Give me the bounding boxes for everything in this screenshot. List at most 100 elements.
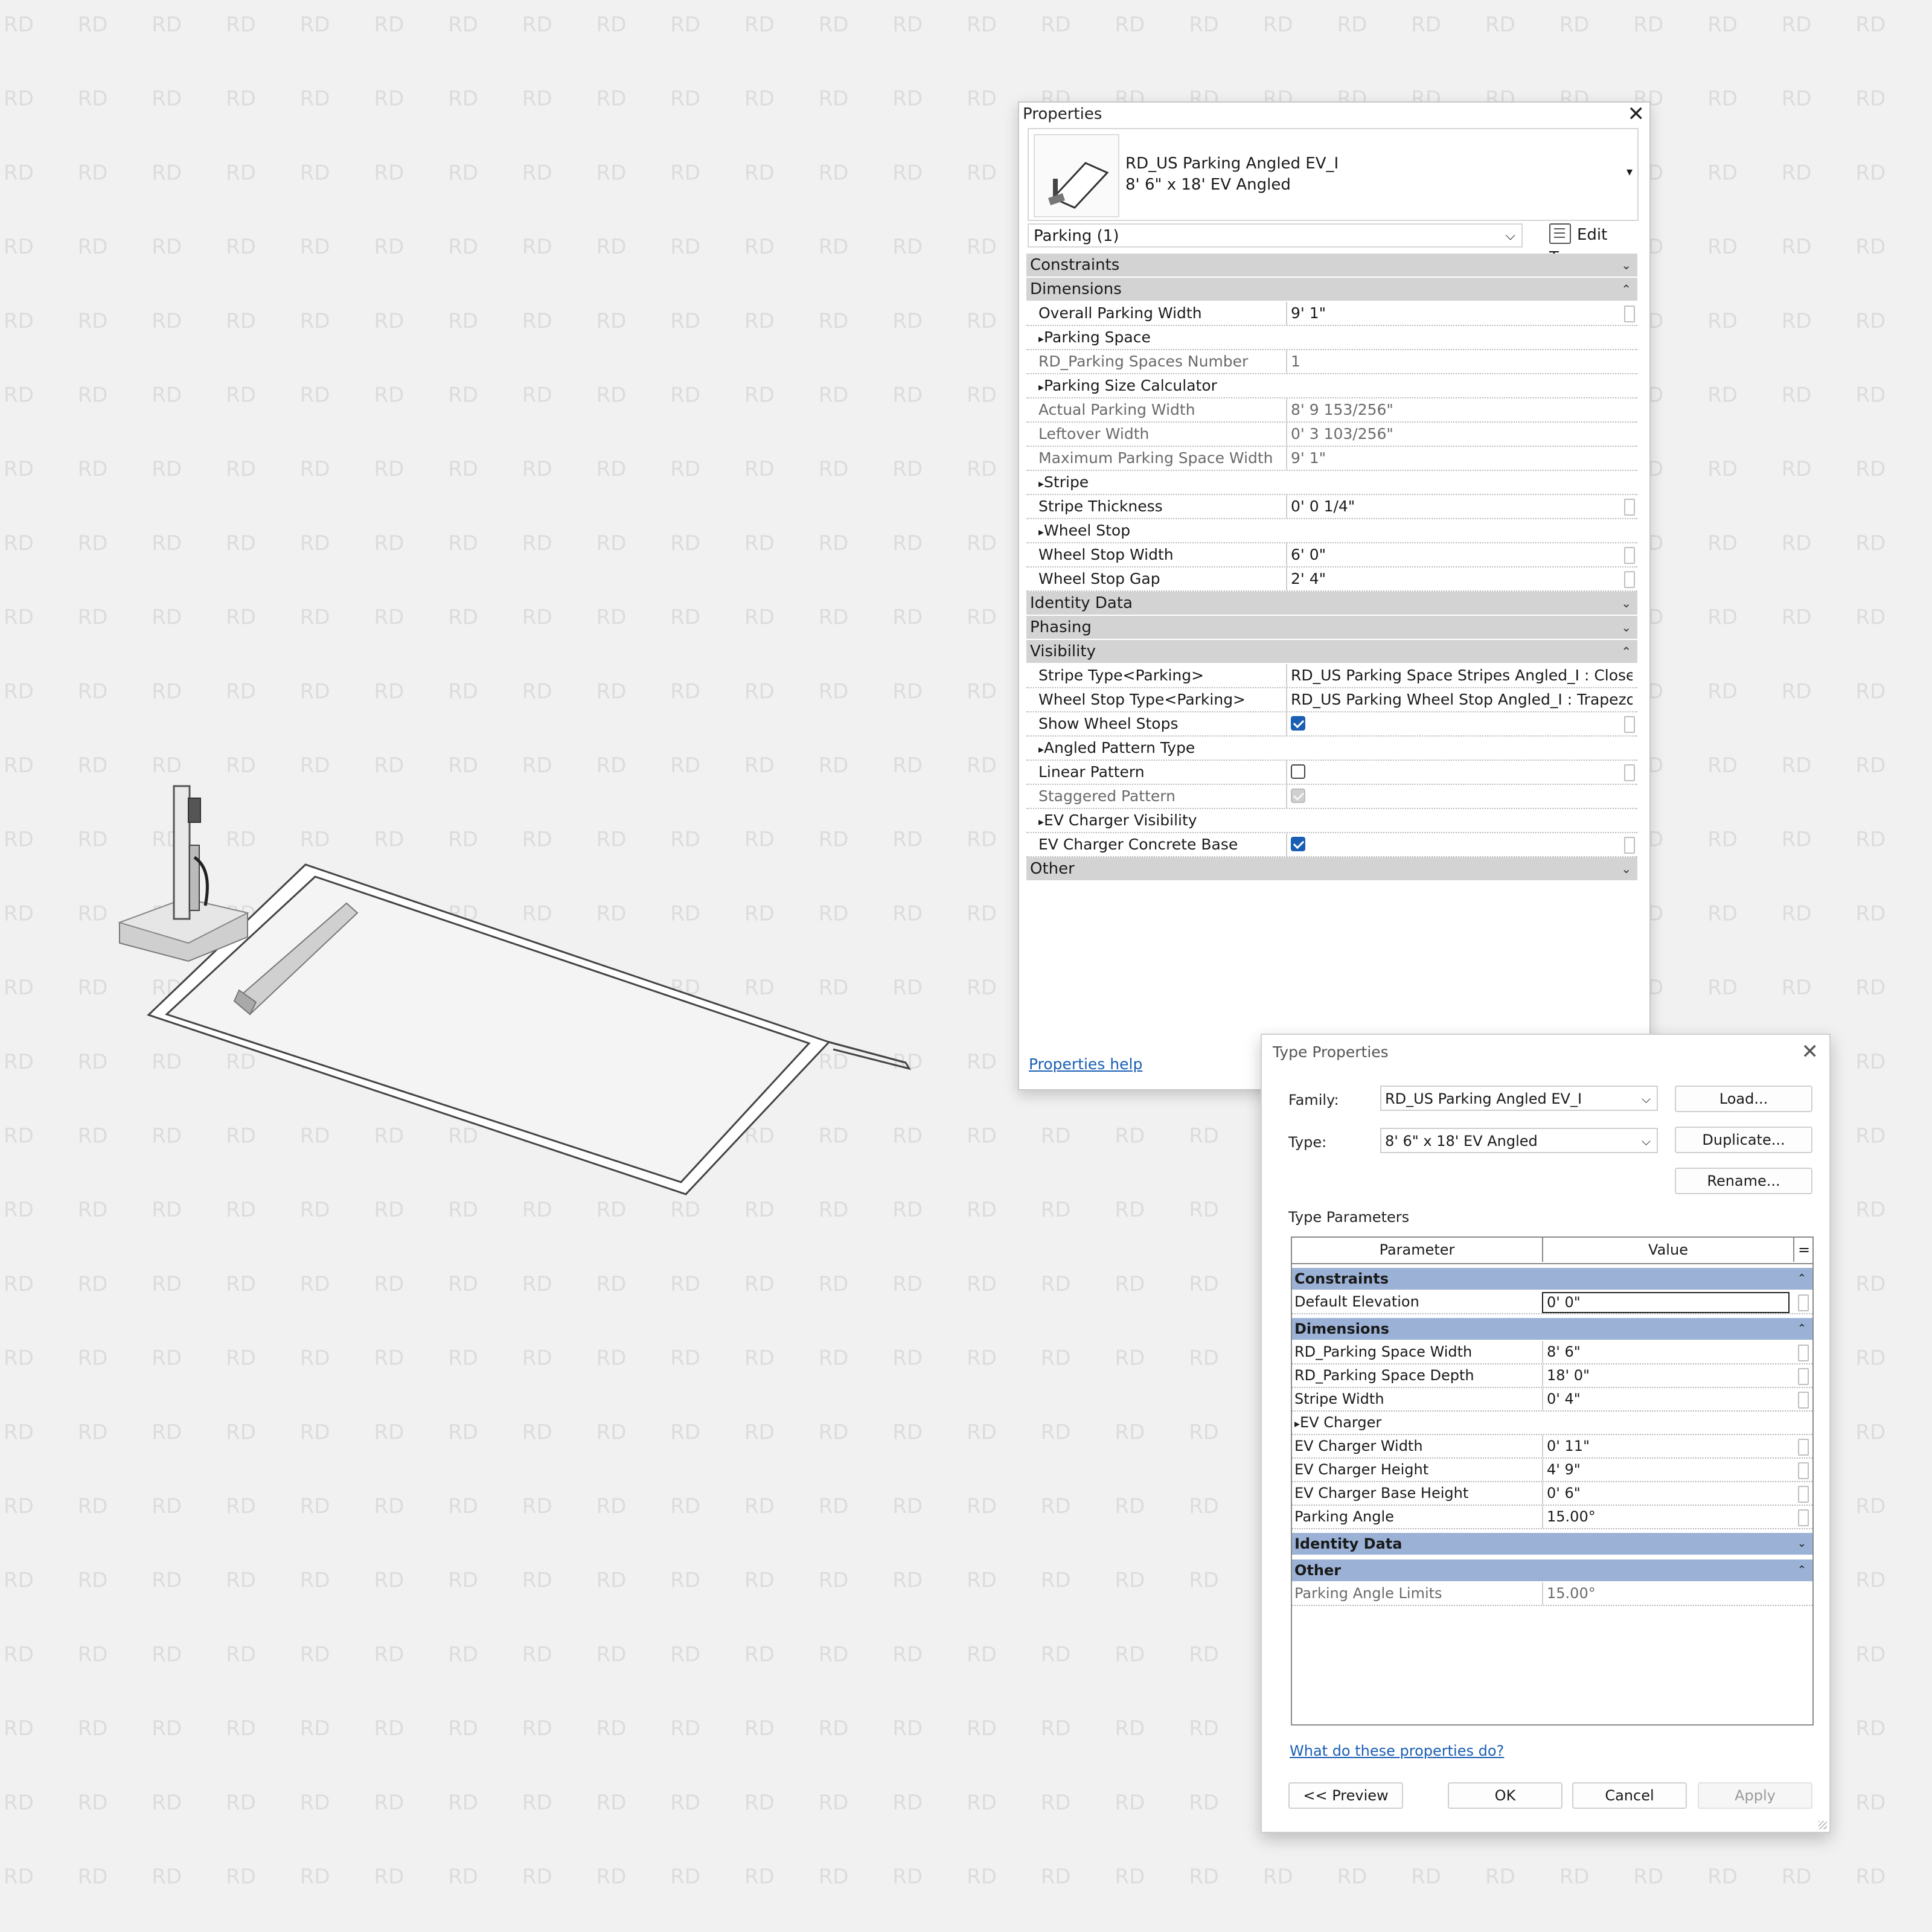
associate-parameter-button[interactable] xyxy=(1624,716,1635,733)
group-other[interactable]: Other ⌄ xyxy=(1026,857,1637,881)
parameter-row[interactable]: EV Charger Width 0' 11" xyxy=(1292,1435,1812,1459)
property-row[interactable]: Angled Pattern Type xyxy=(1026,737,1637,761)
property-row[interactable]: Leftover Width 0' 3 103/256" xyxy=(1026,423,1637,447)
collapse-icon[interactable]: ⌃ xyxy=(1621,278,1631,301)
family-combobox[interactable]: RD_US Parking Angled EV_I ⌵ xyxy=(1380,1086,1658,1111)
close-icon[interactable]: ✕ xyxy=(1628,103,1645,126)
parameter-value[interactable]: 8' 6" xyxy=(1542,1341,1794,1363)
group-identity-data[interactable]: Identity Data ⌄ xyxy=(1292,1533,1812,1556)
property-row[interactable]: Linear Pattern xyxy=(1026,761,1637,785)
type-combobox[interactable]: 8' 6" x 18' EV Angled ⌵ xyxy=(1380,1128,1658,1153)
expand-icon[interactable]: ⌄ xyxy=(1621,592,1631,615)
expand-icon[interactable]: ⌄ xyxy=(1621,857,1631,880)
property-value[interactable]: RD_US Parking Space Stripes Angled_I : C… xyxy=(1286,664,1633,687)
apply-button[interactable]: Apply xyxy=(1698,1782,1812,1809)
collapse-icon[interactable]: ⌃ xyxy=(1797,1318,1806,1340)
parameter-value[interactable]: 4' 9" xyxy=(1542,1459,1794,1481)
property-value[interactable]: 9' 1" xyxy=(1286,302,1633,325)
parameter-column-header[interactable]: Parameter xyxy=(1292,1238,1543,1262)
associate-parameter-button[interactable] xyxy=(1624,571,1635,588)
property-row[interactable]: Parking Space xyxy=(1026,326,1637,350)
properties-info-link[interactable]: What do these properties do? xyxy=(1290,1742,1504,1759)
parameter-row[interactable]: RD_Parking Space Depth 18' 0" xyxy=(1292,1364,1812,1388)
associate-parameter-button[interactable] xyxy=(1624,837,1635,854)
cancel-button[interactable]: Cancel xyxy=(1572,1782,1687,1809)
value-column-header[interactable]: Value xyxy=(1543,1238,1794,1262)
property-row[interactable]: Wheel Stop Type<Parking> RD_US Parking Wh… xyxy=(1026,688,1637,712)
parameter-value[interactable]: 15.00° xyxy=(1542,1506,1794,1528)
parameter-value[interactable]: 0' 6" xyxy=(1542,1482,1794,1505)
property-row[interactable]: Wheel Stop Width 6' 0" xyxy=(1026,543,1637,568)
parameter-row[interactable]: EV Charger xyxy=(1292,1412,1812,1435)
associate-parameter-button[interactable] xyxy=(1798,1368,1809,1385)
parameter-row[interactable]: Stripe Width 0' 4" xyxy=(1292,1388,1812,1412)
associate-parameter-button[interactable] xyxy=(1624,764,1635,781)
parameter-row[interactable]: Parking Angle Limits 15.00° xyxy=(1292,1582,1812,1606)
close-icon[interactable]: ✕ xyxy=(1802,1040,1819,1064)
property-row[interactable]: Stripe Thickness 0' 0 1/4" xyxy=(1026,495,1637,519)
rename-button[interactable]: Rename... xyxy=(1675,1168,1812,1194)
parameter-value[interactable]: 0' 4" xyxy=(1542,1388,1794,1410)
preview-button[interactable]: << Preview xyxy=(1288,1782,1403,1809)
collapse-icon[interactable]: ⌃ xyxy=(1621,640,1631,663)
expand-icon[interactable]: ⌄ xyxy=(1621,254,1631,277)
parameter-row[interactable]: Parking Angle 15.00° xyxy=(1292,1506,1812,1529)
property-checkbox[interactable] xyxy=(1291,764,1305,779)
load-button[interactable]: Load... xyxy=(1675,1086,1812,1112)
group-dimensions[interactable]: Dimensions ⌃ xyxy=(1292,1318,1812,1341)
group-constraints[interactable]: Constraints ⌃ xyxy=(1292,1268,1812,1291)
edit-type-button[interactable]: Edit Type xyxy=(1549,223,1636,267)
associate-parameter-button[interactable] xyxy=(1798,1439,1809,1456)
property-row[interactable]: Maximum Parking Space Width 9' 1" xyxy=(1026,447,1637,471)
group-other[interactable]: Other ⌃ xyxy=(1292,1559,1812,1582)
resize-grip-icon[interactable] xyxy=(1818,1821,1827,1829)
associate-parameter-button[interactable] xyxy=(1798,1486,1809,1503)
type-selector[interactable]: RD_US Parking Angled EV_I 8' 6" x 18' EV… xyxy=(1028,128,1639,221)
property-checkbox[interactable] xyxy=(1291,837,1305,851)
expand-icon[interactable]: ⌄ xyxy=(1621,616,1631,639)
group-identity-data[interactable]: Identity Data ⌄ xyxy=(1026,592,1637,616)
property-value[interactable]: RD_US Parking Wheel Stop Angled_I : Trap… xyxy=(1286,688,1633,711)
property-row[interactable]: RD_Parking Spaces Number 1 xyxy=(1026,350,1637,374)
caret-down-icon[interactable]: ▾ xyxy=(1627,164,1633,179)
property-row[interactable]: EV Charger Concrete Base xyxy=(1026,833,1637,857)
duplicate-button[interactable]: Duplicate... xyxy=(1675,1127,1812,1153)
group-constraints[interactable]: Constraints ⌄ xyxy=(1026,254,1637,278)
property-row[interactable]: Staggered Pattern xyxy=(1026,785,1637,809)
associate-parameter-button[interactable] xyxy=(1798,1462,1809,1479)
group-visibility[interactable]: Visibility ⌃ xyxy=(1026,640,1637,664)
ok-button[interactable]: OK xyxy=(1448,1782,1563,1809)
property-row[interactable]: Overall Parking Width 9' 1" xyxy=(1026,302,1637,326)
associate-parameter-button[interactable] xyxy=(1798,1345,1809,1361)
parameter-row[interactable]: EV Charger Base Height 0' 6" xyxy=(1292,1482,1812,1506)
properties-help-link[interactable]: Properties help xyxy=(1029,1055,1142,1073)
expand-icon[interactable]: ⌄ xyxy=(1797,1533,1806,1555)
property-value[interactable]: 2' 4" xyxy=(1286,568,1633,590)
parameter-value[interactable]: 0' 11" xyxy=(1542,1435,1794,1457)
parameter-value-input[interactable]: 0' 0" xyxy=(1542,1292,1790,1313)
parameter-value[interactable]: 18' 0" xyxy=(1542,1364,1794,1387)
group-dimensions[interactable]: Dimensions ⌃ xyxy=(1026,278,1637,302)
associate-parameter-button[interactable] xyxy=(1624,305,1635,322)
associate-parameter-button[interactable] xyxy=(1798,1294,1809,1311)
collapse-icon[interactable]: ⌃ xyxy=(1797,1559,1806,1581)
property-row[interactable]: EV Charger Visibility xyxy=(1026,809,1637,833)
property-checkbox[interactable] xyxy=(1291,716,1305,731)
group-phasing[interactable]: Phasing ⌄ xyxy=(1026,616,1637,640)
associate-parameter-button[interactable] xyxy=(1798,1392,1809,1409)
property-row[interactable]: Show Wheel Stops xyxy=(1026,712,1637,737)
property-row[interactable]: Stripe xyxy=(1026,471,1637,495)
parameter-row[interactable]: RD_Parking Space Width 8' 6" xyxy=(1292,1341,1812,1364)
property-row[interactable]: Parking Size Calculator xyxy=(1026,374,1637,398)
property-row[interactable]: Wheel Stop Gap 2' 4" xyxy=(1026,568,1637,592)
property-row[interactable]: Wheel Stop xyxy=(1026,519,1637,543)
property-value[interactable]: 0' 0 1/4" xyxy=(1286,495,1633,518)
associate-parameter-button[interactable] xyxy=(1798,1509,1809,1526)
parameter-row[interactable]: Default Elevation 0' 0" xyxy=(1292,1291,1812,1314)
associate-parameter-button[interactable] xyxy=(1624,499,1635,516)
property-row[interactable]: Stripe Type<Parking> RD_US Parking Space … xyxy=(1026,664,1637,688)
parameter-row[interactable]: EV Charger Height 4' 9" xyxy=(1292,1459,1812,1482)
instance-filter-dropdown[interactable]: Parking (1) ⌵ xyxy=(1028,223,1523,248)
property-row[interactable]: Actual Parking Width 8' 9 153/256" xyxy=(1026,398,1637,423)
property-value[interactable]: 6' 0" xyxy=(1286,543,1633,566)
